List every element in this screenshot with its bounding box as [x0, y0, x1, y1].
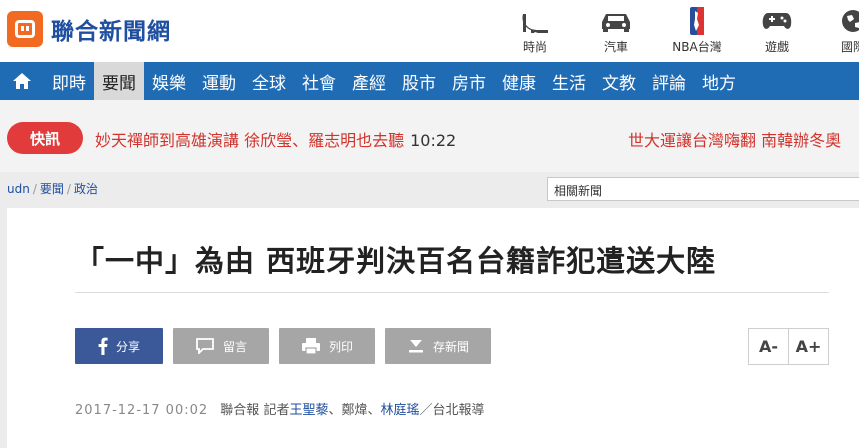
- quick-link-label: 汽車: [603, 40, 628, 54]
- article-meta: 2017-12-17 00:02 聯合報 記者王聖藜、鄭煒、林庭瑤／台北報導: [75, 399, 485, 418]
- nav-item-headlines[interactable]: 要聞: [94, 62, 144, 100]
- nav-item-education[interactable]: 文教: [594, 62, 644, 100]
- nav-item-entertainment[interactable]: 娛樂: [144, 62, 194, 100]
- breadcrumb-udn[interactable]: udn: [7, 182, 30, 196]
- font-size-controls: A- A+: [748, 328, 829, 365]
- save-news-button[interactable]: 存新聞: [385, 328, 491, 364]
- nav-item-society[interactable]: 社會: [294, 62, 344, 100]
- quick-link-label: 時尚: [522, 40, 547, 54]
- nav-item-sports[interactable]: 運動: [194, 62, 244, 100]
- flash-headline[interactable]: 妙天禪師到高雄演講 徐欣瑩、羅志明也去聽 10:22: [95, 127, 456, 151]
- share-button[interactable]: 分享: [75, 328, 163, 364]
- quick-link-car[interactable]: 汽車: [581, 6, 651, 55]
- quick-link-label: 遊戲: [764, 40, 789, 54]
- quick-link-nba[interactable]: NBA台灣: [662, 6, 732, 55]
- comment-button[interactable]: 留言: [173, 328, 269, 364]
- flash-time: 10:22: [410, 131, 457, 150]
- title-divider: [75, 292, 829, 293]
- reporter-name: 鄭煒: [341, 403, 368, 418]
- nav-item-economy[interactable]: 產經: [344, 62, 394, 100]
- reporter-separator: 、: [367, 403, 381, 418]
- article-date: 2017-12-17 00:02: [75, 403, 209, 418]
- printer-icon: [301, 337, 321, 355]
- reporter-prefix: 記者: [263, 403, 290, 418]
- car-icon: [600, 6, 632, 36]
- nav-item-realestate[interactable]: 房市: [444, 62, 494, 100]
- print-button[interactable]: 列印: [279, 328, 375, 364]
- quick-link-label: NBA台灣: [672, 40, 722, 54]
- quick-link-fashion[interactable]: 時尚: [500, 6, 570, 55]
- comment-icon: [195, 338, 215, 354]
- site-logo[interactable]: 聯合新聞網: [7, 11, 171, 47]
- main-nav: 即時 要聞 娛樂 運動 全球 社會 產經 股市 房市 健康 生活 文教 評論 地…: [0, 62, 859, 100]
- globe-icon: [840, 6, 859, 36]
- quick-link-international[interactable]: 國際: [818, 6, 859, 55]
- flash-badge: 快訊: [7, 122, 83, 154]
- print-label: 列印: [328, 339, 353, 354]
- share-label: 分享: [115, 339, 140, 354]
- breadcrumb-headlines[interactable]: 要聞: [40, 182, 64, 196]
- nav-item-stocks[interactable]: 股市: [394, 62, 444, 100]
- breadcrumb: udn / 要聞 / 政治: [7, 180, 98, 197]
- high-heel-icon: [520, 6, 550, 36]
- byline-suffix: ／台北報導: [419, 403, 485, 418]
- flash-news-bar: 快訊 妙天禪師到高雄演講 徐欣瑩、羅志明也去聽 10:22 世大運讓台灣嗨翻 南韓…: [0, 100, 859, 172]
- facebook-icon: [98, 337, 108, 355]
- nav-item-life[interactable]: 生活: [544, 62, 594, 100]
- nav-item-local[interactable]: 地方: [694, 62, 744, 100]
- flash-headline-2[interactable]: 世大運讓台灣嗨翻 南韓辦冬奧: [628, 127, 841, 151]
- plug-logo-icon: [7, 11, 43, 47]
- article-title: 「一中」為由 西班牙判決百名台籍詐犯遣送大陸: [75, 244, 717, 278]
- nba-icon: [690, 6, 704, 36]
- home-icon[interactable]: [0, 62, 44, 100]
- related-news-box[interactable]: 相關新聞: [547, 177, 859, 201]
- nav-item-instant[interactable]: 即時: [44, 62, 94, 100]
- nav-item-health[interactable]: 健康: [494, 62, 544, 100]
- breadcrumb-politics[interactable]: 政治: [74, 182, 98, 196]
- nav-item-opinion[interactable]: 評論: [644, 62, 694, 100]
- reporter-link[interactable]: 王聖藜: [289, 403, 328, 418]
- article-source: 聯合報: [220, 403, 260, 418]
- save-news-label: 存新聞: [432, 339, 469, 354]
- breadcrumb-separator: /: [66, 182, 71, 196]
- download-icon: [407, 338, 425, 354]
- quick-link-label: 國際: [840, 40, 859, 54]
- font-smaller-button[interactable]: A-: [749, 329, 788, 364]
- breadcrumb-separator: /: [32, 182, 37, 196]
- reporter-separator: 、: [328, 403, 342, 418]
- site-name: 聯合新聞網: [51, 19, 171, 45]
- reporter-link[interactable]: 林庭瑤: [381, 403, 420, 418]
- font-larger-button[interactable]: A+: [788, 329, 828, 364]
- flash-headline-text[interactable]: 妙天禪師到高雄演講 徐欣瑩、羅志明也去聽: [95, 131, 404, 150]
- site-header: 聯合新聞網 時尚 汽車 NBA台灣 遊戲 國際: [0, 0, 859, 62]
- nav-item-global[interactable]: 全球: [244, 62, 294, 100]
- gamepad-icon: [762, 6, 792, 36]
- quick-link-games[interactable]: 遊戲: [742, 6, 812, 55]
- comment-label: 留言: [222, 339, 247, 354]
